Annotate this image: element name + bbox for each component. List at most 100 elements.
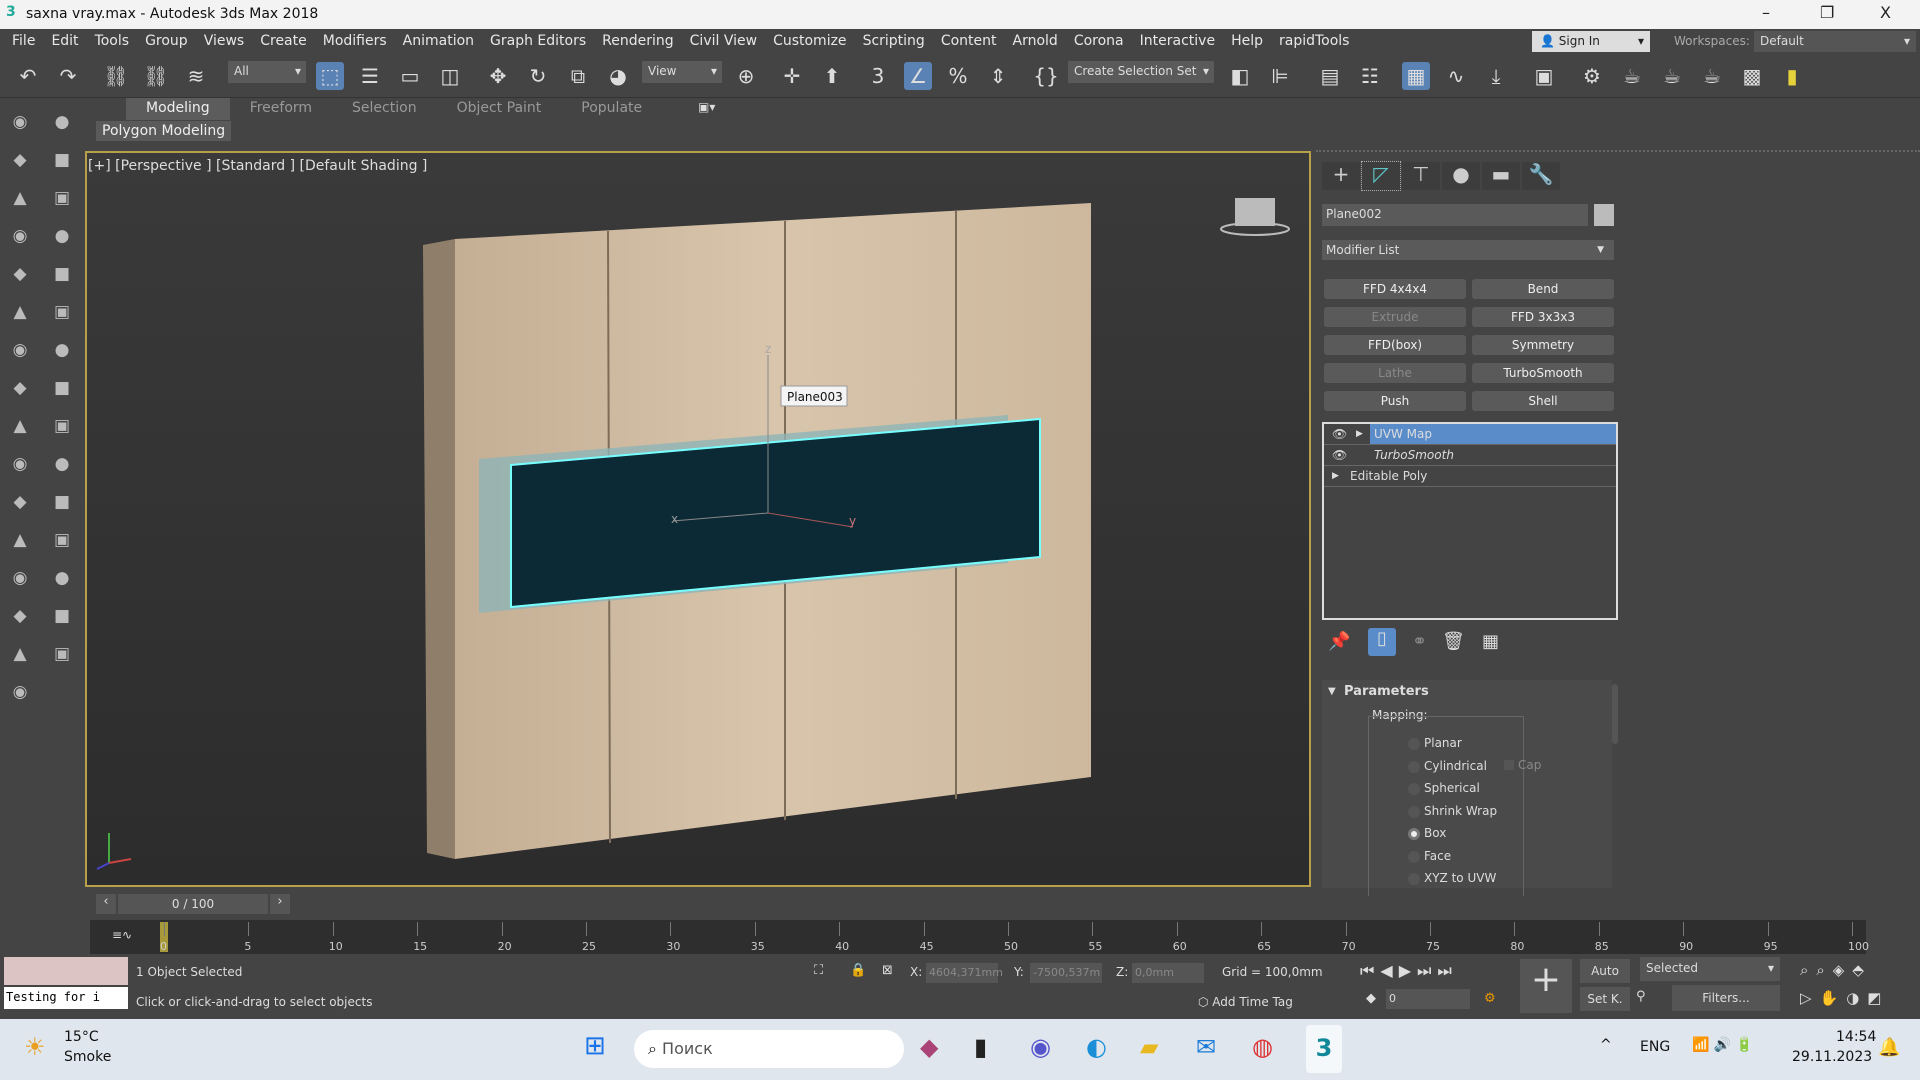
- radio-box[interactable]: [1408, 828, 1420, 840]
- show-end-result-icon[interactable]: ▯: [1368, 628, 1396, 656]
- layer-explorer-icon[interactable]: ☷: [1356, 62, 1384, 90]
- isolate-selection-icon[interactable]: ⛶: [814, 963, 823, 978]
- angle-snap-icon[interactable]: ∠: [904, 62, 932, 90]
- bind-space-warp-icon[interactable]: ≋: [182, 62, 210, 90]
- spacewarp-create-icon[interactable]: ●: [50, 226, 74, 250]
- modifier-button-ffd-4x4x4[interactable]: FFD 4x4x4: [1324, 279, 1466, 299]
- y-coordinate-field[interactable]: -7500,537m: [1030, 963, 1102, 983]
- menu-interactive[interactable]: Interactive: [1132, 29, 1223, 53]
- clock-time[interactable]: 14:54: [1836, 1029, 1876, 1045]
- ribbon-toggle-icon[interactable]: ▦: [1402, 62, 1430, 90]
- cap-checkbox[interactable]: [1504, 760, 1514, 770]
- plant-create-icon[interactable]: ◉: [8, 682, 32, 706]
- time-config-icon[interactable]: ⚙: [1484, 991, 1496, 1006]
- rendered-frame-window-icon[interactable]: ☕: [1618, 62, 1646, 90]
- language-indicator[interactable]: ENG: [1640, 1039, 1670, 1055]
- edit-named-selection-icon[interactable]: {}: [1032, 62, 1060, 90]
- remove-modifier-icon[interactable]: 🗑: [1442, 631, 1465, 652]
- percent-snap-icon[interactable]: %: [944, 62, 972, 90]
- geosphere-create-icon[interactable]: ◉: [8, 568, 32, 592]
- tab-object-paint[interactable]: Object Paint: [437, 98, 562, 120]
- viewcube-icon[interactable]: [1235, 198, 1275, 226]
- set-key-big-button[interactable]: +: [1520, 959, 1572, 1013]
- timeline-track[interactable]: ≡∿ 0 5 10 15 20 25 30 35 40 45 50 55 60 65 70 75 80 85 90 9…: [90, 920, 1869, 954]
- pyramid-create-icon[interactable]: ◆: [8, 492, 32, 516]
- x-coordinate-field[interactable]: 4604,371mm: [926, 963, 1003, 983]
- tube-create-icon[interactable]: ▲: [8, 644, 32, 668]
- light-create-icon[interactable]: ●: [50, 112, 74, 136]
- placement-icon[interactable]: ◕: [604, 62, 632, 90]
- script-icon[interactable]: ▮: [1778, 62, 1806, 90]
- menu-create[interactable]: Create: [252, 29, 315, 53]
- curve-editor-icon[interactable]: ∿: [1442, 62, 1470, 90]
- file-explorer-icon[interactable]: ▰: [1140, 1033, 1158, 1061]
- modifier-button-lathe[interactable]: Lathe: [1324, 363, 1466, 383]
- radio-xyz-to-uvw[interactable]: [1408, 873, 1420, 885]
- create-tab-icon[interactable]: +: [1322, 162, 1360, 190]
- modifier-list-dropdown[interactable]: Modifier List: [1322, 240, 1614, 260]
- hierarchy-tab-icon[interactable]: ⊤: [1402, 162, 1440, 190]
- auto-key-button[interactable]: Auto: [1580, 959, 1630, 983]
- spinner-snap-icon[interactable]: ⇕: [984, 62, 1012, 90]
- rotate-icon[interactable]: ↻: [524, 62, 552, 90]
- redo-icon[interactable]: ↷: [54, 62, 82, 90]
- modifier-button-bend[interactable]: Bend: [1472, 279, 1614, 299]
- hair-create-icon[interactable]: ◆: [8, 606, 32, 630]
- scale-icon[interactable]: ⧉: [564, 62, 592, 90]
- pin-stack-icon[interactable]: 📌: [1328, 631, 1350, 652]
- viewport-nav-pan-icons[interactable]: ▷✋◑◩: [1800, 989, 1889, 1007]
- rectangular-selection-icon[interactable]: ▭: [396, 62, 424, 90]
- playback-controls[interactable]: ⏮◀▶⏭⏭: [1360, 961, 1458, 981]
- current-frame-field[interactable]: 0: [1386, 989, 1470, 1009]
- nurbs-create-icon[interactable]: ■: [50, 378, 74, 402]
- network-volume-battery-icons[interactable]: 📶 🔊 🔋: [1692, 1037, 1753, 1053]
- align-icon[interactable]: ⊫: [1266, 62, 1294, 90]
- task-view-icon[interactable]: ▮: [974, 1033, 987, 1061]
- viewport-label-menu[interactable]: [+] [Perspective ] [Standard ] [Default …: [88, 158, 427, 174]
- expand-arrow-icon[interactable]: ▶: [1332, 466, 1339, 486]
- menu-edit[interactable]: Edit: [43, 29, 86, 53]
- camera-create-icon[interactable]: ■: [50, 150, 74, 174]
- selection-lock-icon[interactable]: 🔒: [850, 963, 866, 978]
- modifier-button-extrude[interactable]: Extrude: [1324, 307, 1466, 327]
- move-icon[interactable]: ✥: [484, 62, 512, 90]
- show-hidden-icons[interactable]: ^: [1600, 1037, 1612, 1053]
- menu-arnold[interactable]: Arnold: [1005, 29, 1066, 53]
- stack-item-uvw-map[interactable]: 👁 ▶ UVW Map: [1324, 424, 1616, 445]
- menu-rendering[interactable]: Rendering: [594, 29, 682, 53]
- clock-date[interactable]: 29.11.2023: [1792, 1049, 1872, 1065]
- cylinder-create-icon[interactable]: ◉: [8, 454, 32, 478]
- key-mode-icon[interactable]: ◆: [1366, 991, 1376, 1006]
- object-color-swatch[interactable]: [1594, 204, 1614, 226]
- particle-create-icon[interactable]: ▲: [8, 302, 32, 326]
- select-manipulate-icon[interactable]: ✛: [778, 62, 806, 90]
- chrome-icon[interactable]: ◍: [1252, 1033, 1273, 1061]
- helper-create-icon[interactable]: ▣: [50, 188, 74, 212]
- restore-button[interactable]: ❐: [1820, 3, 1834, 22]
- set-key-button[interactable]: Set K.: [1580, 987, 1630, 1011]
- reference-coordinate-dropdown[interactable]: View: [642, 61, 722, 83]
- cone-create-icon[interactable]: ▲: [8, 416, 32, 440]
- sun-create-icon[interactable]: ▲: [8, 530, 32, 554]
- modify-tab-icon[interactable]: ◸: [1361, 161, 1401, 191]
- menu-file[interactable]: File: [4, 29, 43, 53]
- undo-icon[interactable]: ↶: [14, 62, 42, 90]
- tab-selection[interactable]: Selection: [332, 98, 437, 120]
- menu-group[interactable]: Group: [137, 29, 196, 53]
- stack-item-editable-poly[interactable]: ▶ Editable Poly: [1324, 466, 1616, 487]
- dope-sheet-icon[interactable]: ⤓: [1482, 62, 1510, 90]
- teapot-create-icon[interactable]: ◉: [8, 112, 32, 136]
- menu-content[interactable]: Content: [933, 29, 1005, 53]
- close-button[interactable]: X: [1880, 3, 1891, 22]
- systems-create-icon[interactable]: ■: [50, 264, 74, 288]
- stairs-create-icon[interactable]: ▣: [50, 530, 74, 554]
- maxscript-mini-listener[interactable]: Testing for i: [4, 987, 128, 1009]
- mini-curve-editor-icon[interactable]: ≡∿: [112, 928, 132, 942]
- weather-temp[interactable]: 15°C: [64, 1029, 99, 1045]
- tab-modeling[interactable]: Modeling: [126, 98, 230, 120]
- select-object-icon[interactable]: ⬚: [316, 62, 344, 90]
- tab-freeform[interactable]: Freeform: [230, 98, 332, 120]
- compound-create-icon[interactable]: ▣: [50, 302, 74, 326]
- configure-sets-icon[interactable]: ▦: [1482, 631, 1499, 652]
- next-frame-button[interactable]: ›: [270, 894, 290, 914]
